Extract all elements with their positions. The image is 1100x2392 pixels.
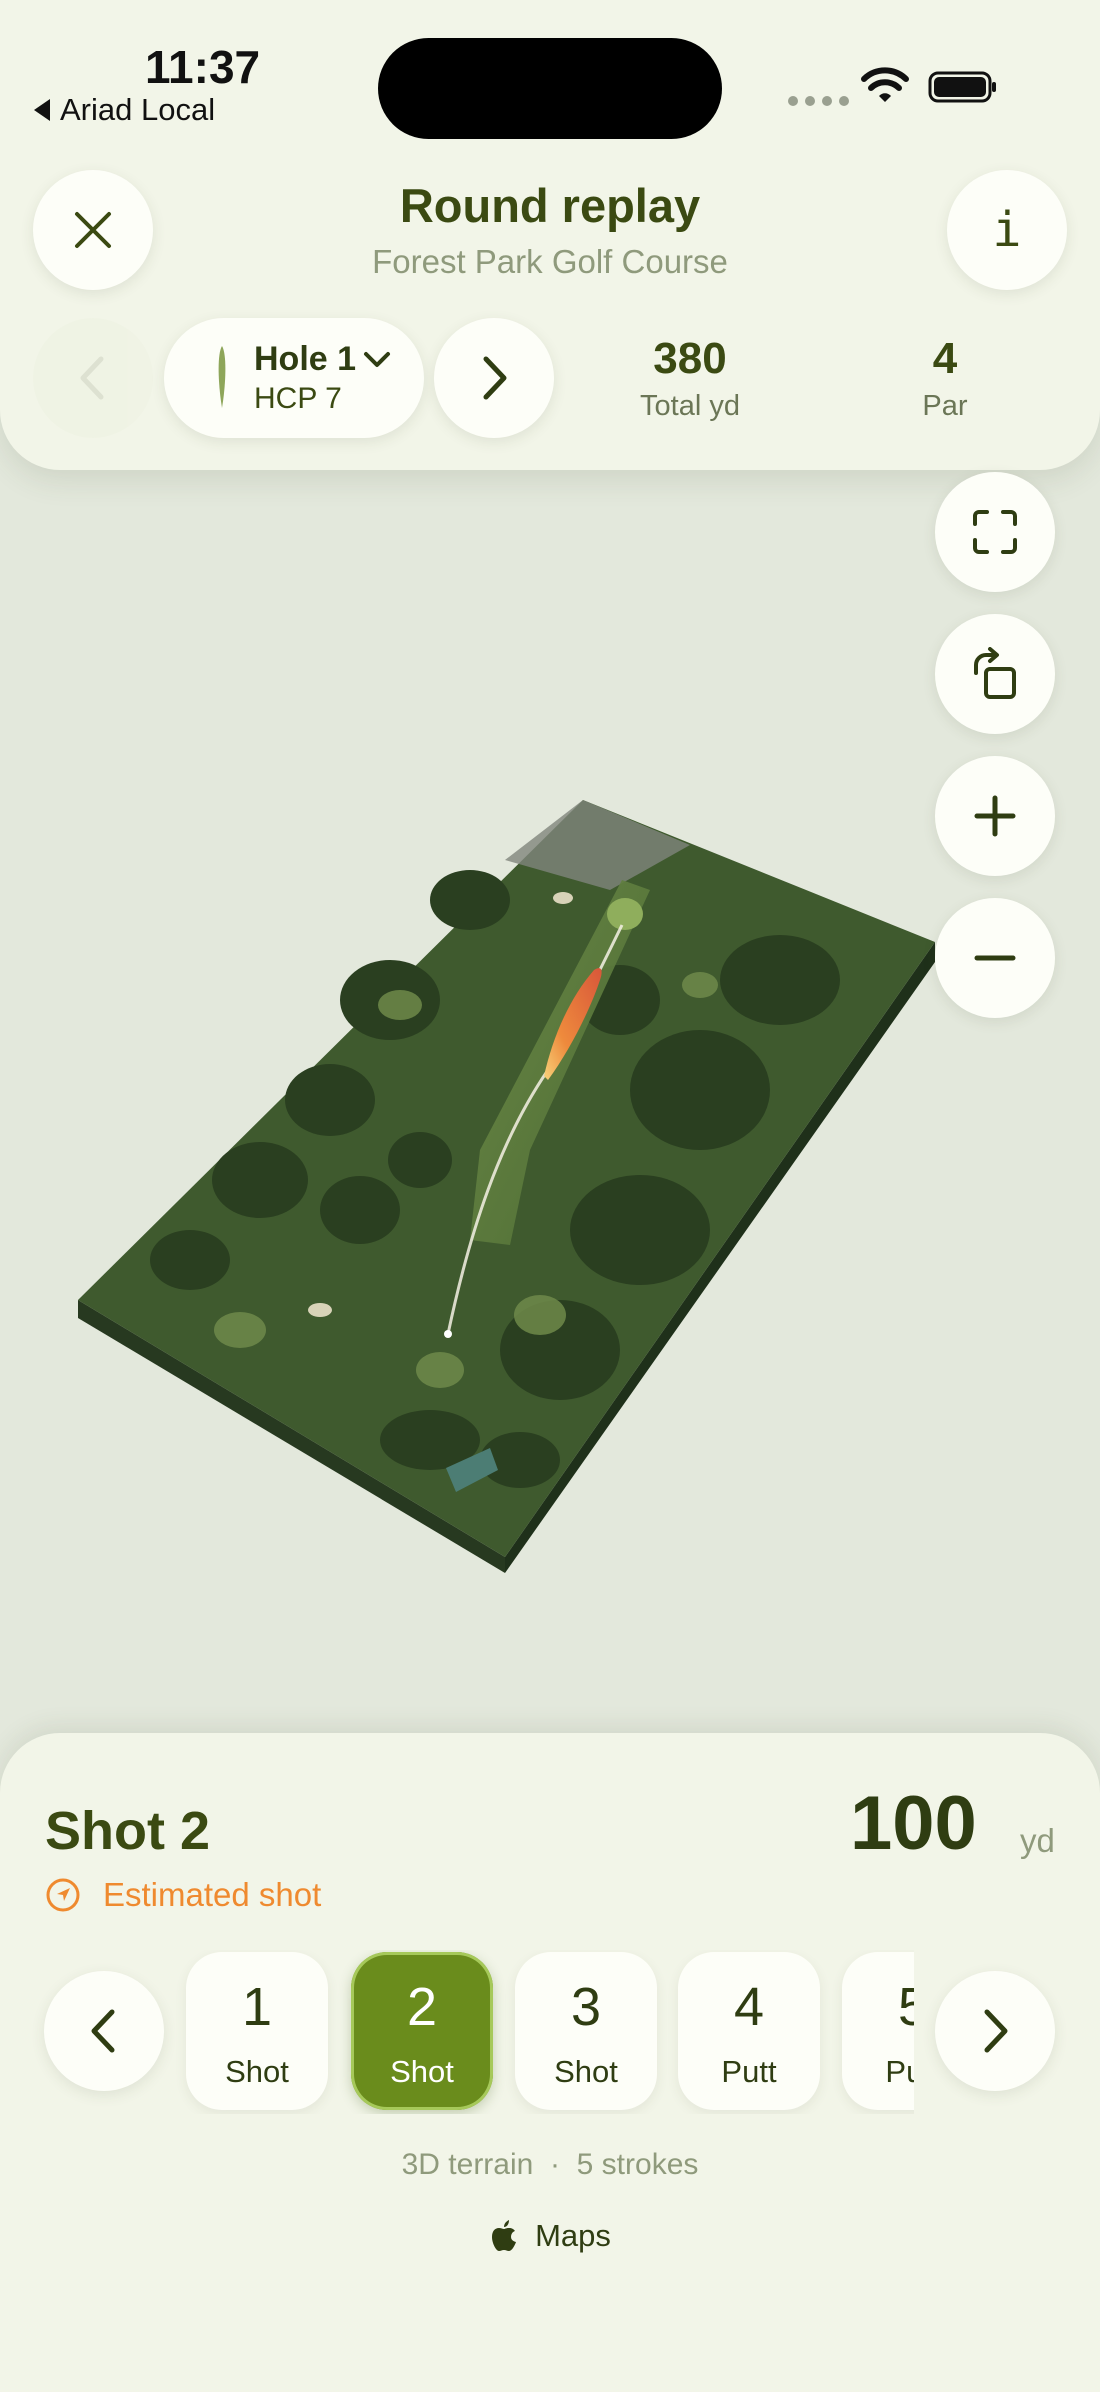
estimated-shot-indicator: Estimated shot bbox=[45, 1876, 321, 1914]
back-arrow-icon bbox=[34, 99, 50, 121]
status-time: 11:37 bbox=[145, 41, 261, 93]
hole-handicap: HCP 7 bbox=[254, 382, 342, 415]
estimated-shot-label: Estimated shot bbox=[103, 1876, 322, 1913]
shot-type: Shot bbox=[225, 2054, 289, 2089]
info-button[interactable]: i bbox=[947, 170, 1067, 290]
chevron-left-icon bbox=[91, 2009, 115, 2053]
shot-number: 4 bbox=[733, 1977, 765, 2037]
par-label: Par bbox=[922, 390, 968, 422]
battery-icon bbox=[928, 71, 996, 103]
plus-icon bbox=[974, 795, 1016, 837]
par-value: 4 bbox=[932, 334, 958, 383]
zoom-out-button[interactable] bbox=[935, 898, 1055, 1018]
shot-card[interactable]: 3 Shot bbox=[515, 1952, 657, 2110]
page-title: Round replay bbox=[399, 179, 701, 232]
green bbox=[607, 898, 643, 930]
status-back-label: Ariad Local bbox=[60, 92, 216, 127]
shot-distance: 100 bbox=[850, 1781, 977, 1866]
shot-card[interactable]: 4 Putt bbox=[678, 1952, 820, 2110]
shot-number: 2 bbox=[406, 1977, 438, 2037]
shot-type: Putt bbox=[885, 2054, 914, 2089]
previous-shot-button[interactable] bbox=[44, 1971, 164, 2091]
hole-shape-icon bbox=[218, 346, 226, 408]
rotate-button[interactable] bbox=[935, 614, 1055, 734]
dynamic-island bbox=[378, 38, 722, 139]
previous-hole-button[interactable] bbox=[33, 318, 153, 438]
apple-logo-icon bbox=[492, 2220, 517, 2251]
minus-icon bbox=[974, 955, 1016, 961]
location-arrow-icon bbox=[46, 1878, 80, 1912]
fullscreen-button[interactable] bbox=[935, 472, 1055, 592]
shot-card[interactable]: 5 Putt bbox=[842, 1952, 914, 2110]
chevron-left-icon bbox=[80, 356, 104, 400]
shot-card-selected[interactable]: 2 Shot bbox=[351, 1952, 493, 2110]
next-hole-button[interactable] bbox=[434, 318, 554, 438]
bunker bbox=[553, 892, 573, 904]
rotate-icon bbox=[974, 647, 1016, 699]
next-shot-button[interactable] bbox=[935, 1971, 1055, 2091]
chevron-down-icon bbox=[364, 352, 390, 367]
bunker bbox=[308, 1303, 332, 1317]
wifi-icon bbox=[861, 67, 909, 102]
course-name: Forest Park Golf Course bbox=[372, 243, 728, 280]
status-back-link[interactable]: Ariad Local bbox=[34, 92, 215, 128]
terrain-info: 3D terrain · 5 strokes bbox=[401, 2148, 699, 2181]
shot-selector: 1 Shot 2 Shot 3 Shot 4 Putt 5 Putt bbox=[170, 1950, 914, 2114]
info-icon: i bbox=[992, 202, 1022, 258]
fullscreen-icon bbox=[973, 510, 1017, 554]
shot-number: 3 bbox=[570, 1977, 602, 2037]
cellular-signal-icon bbox=[788, 96, 849, 106]
shot-number: 5 bbox=[897, 1977, 914, 2037]
total-yardage-value: 380 bbox=[653, 334, 727, 383]
maps-label: Maps bbox=[535, 2218, 611, 2253]
total-yardage-label: Total yd bbox=[640, 390, 740, 422]
hole-name: Hole 1 bbox=[254, 340, 357, 378]
shot-distance-unit: yd bbox=[1020, 1822, 1055, 1859]
hole-selector[interactable]: Hole 1 HCP 7 bbox=[164, 318, 424, 438]
shot-card[interactable]: 1 Shot bbox=[186, 1952, 328, 2110]
shot-type: Shot bbox=[390, 2054, 454, 2089]
zoom-in-button[interactable] bbox=[935, 756, 1055, 876]
shot-start-point bbox=[444, 1330, 452, 1338]
chevron-right-icon bbox=[483, 356, 507, 400]
shot-number: 1 bbox=[241, 1977, 273, 2037]
shot-title: Shot 2 bbox=[45, 1801, 211, 1861]
chevron-right-icon bbox=[984, 2009, 1008, 2053]
shot-type: Shot bbox=[554, 2054, 618, 2089]
maps-attribution[interactable]: Maps bbox=[0, 2218, 1100, 2254]
shot-type: Putt bbox=[721, 2054, 777, 2089]
